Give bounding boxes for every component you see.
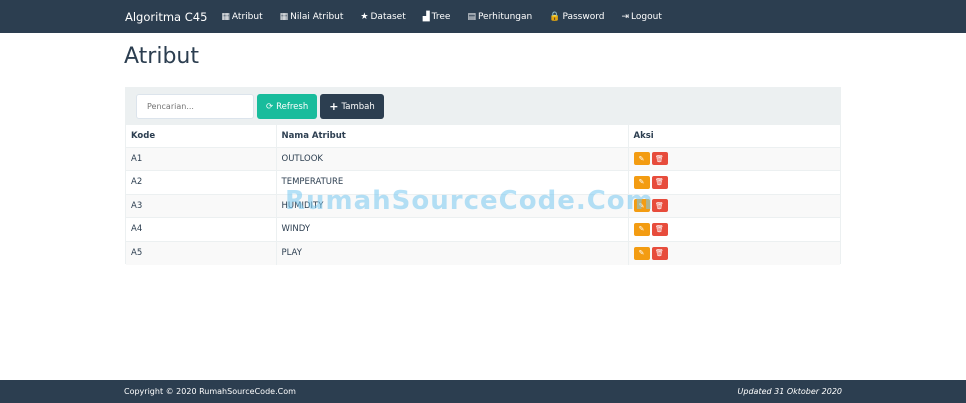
delete-button[interactable]: 🗑	[651, 199, 668, 213]
cell-nama: TEMPERATURE	[275, 170, 628, 194]
delete-button[interactable]: 🗑	[651, 222, 668, 236]
cell-kode: A4	[126, 217, 276, 241]
signal-icon: ▟	[422, 11, 430, 22]
tambah-button[interactable]: + Tambah	[320, 94, 384, 119]
nav-item-password[interactable]: 🔒 Password	[549, 12, 604, 22]
edit-button[interactable]: ✎	[633, 246, 650, 260]
trash-icon: 🗑	[655, 249, 664, 257]
th-icon: ▦	[279, 11, 289, 22]
cell-aksi: ✎ 🗑	[627, 240, 840, 265]
toolbar: ⟳Refresh +Tambah	[126, 88, 840, 125]
cell-nama: PLAY	[275, 240, 628, 265]
table-row: A5 PLAY ✎ 🗑	[126, 240, 840, 265]
cell-aksi: ✎ 🗑	[627, 193, 840, 218]
cell-aksi: ✎ 🗑	[627, 146, 840, 171]
header-aksi: Aksi	[627, 125, 840, 148]
table-row: A2 TEMPERATURE ✎ 🗑	[126, 170, 840, 194]
trash-icon: 🗑	[655, 154, 664, 163]
trash-icon: 🗑	[655, 178, 664, 187]
log-out-icon: ⇥	[621, 11, 630, 22]
th-large-icon: ▦	[221, 11, 230, 22]
nav-item-logout[interactable]: ⇥ Logout	[621, 12, 661, 22]
calendar-icon: ▤	[467, 11, 476, 22]
edit-button[interactable]: ✎	[633, 222, 650, 236]
cell-nama: HUMIDITY	[275, 193, 628, 218]
lock-icon: 🔒	[549, 11, 561, 22]
table-row: A1 OUTLOOK ✎ 🗑	[126, 146, 840, 171]
brand[interactable]: Algoritma C45	[125, 10, 207, 24]
trash-icon: 🗑	[655, 225, 664, 234]
cell-nama: OUTLOOK	[275, 146, 628, 171]
navbar: Algoritma C45 ▦ Atribut ▦ Nilai Atribut ★ Dat…	[0, 0, 966, 33]
header-kode: Kode	[126, 125, 276, 148]
table-row: A4 WINDY ✎ 🗑	[126, 217, 840, 241]
nav-item-perhitungan[interactable]: ▤ Perhitungan	[467, 12, 532, 22]
cell-aksi: ✎ 🗑	[627, 170, 840, 194]
atribut-table: Kode Nama Atribut Aksi A1 OUTLOOK ✎ 🗑 A2 …	[126, 125, 840, 265]
edit-icon: ✎	[638, 178, 645, 187]
footer: Copyright © 2020 RumahSourceCode.Com Upd…	[0, 380, 966, 403]
plus-icon: +	[329, 100, 339, 113]
edit-button[interactable]: ✎	[633, 199, 650, 213]
nav-item-atribut[interactable]: ▦ Atribut	[221, 12, 262, 22]
table-row: A3 HUMIDITY ✎ 🗑	[126, 193, 840, 218]
cell-aksi: ✎ 🗑	[627, 217, 840, 241]
edit-icon: ✎	[638, 154, 645, 163]
header-nama: Nama Atribut	[275, 125, 628, 148]
cell-kode: A3	[126, 193, 276, 218]
delete-button[interactable]: 🗑	[651, 175, 668, 189]
search-input[interactable]	[136, 94, 254, 119]
refresh-button[interactable]: ⟳ Refresh	[257, 94, 318, 119]
nav-item-nilai-atribut[interactable]: ▦ Nilai Atribut	[280, 12, 344, 22]
updated-date: Updated 31 Oktober 2020	[737, 387, 842, 396]
delete-button[interactable]: 🗑	[651, 152, 668, 166]
cell-kode: A5	[126, 240, 276, 265]
nav-item-dataset[interactable]: ★ Dataset	[360, 12, 405, 22]
nav-item-tree[interactable]: ▟ Tree	[423, 12, 451, 22]
copyright: Copyright © 2020 RumahSourceCode.Com	[124, 387, 296, 396]
cell-kode: A1	[126, 146, 276, 171]
star-icon: ★	[360, 11, 369, 22]
edit-icon: ✎	[638, 201, 645, 210]
page-title: Atribut	[124, 44, 199, 69]
edit-button[interactable]: ✎	[633, 152, 650, 166]
edit-button[interactable]: ✎	[633, 175, 650, 189]
refresh-icon: ⟳	[266, 101, 274, 112]
edit-icon: ✎	[638, 225, 645, 234]
cell-nama: WINDY	[275, 217, 628, 241]
trash-icon: 🗑	[655, 201, 664, 210]
edit-icon: ✎	[638, 249, 645, 257]
atribut-panel: ⟳Refresh +Tambah Kode Nama Atribut Aksi …	[125, 87, 841, 265]
cell-kode: A2	[126, 170, 276, 194]
delete-button[interactable]: 🗑	[651, 246, 668, 260]
